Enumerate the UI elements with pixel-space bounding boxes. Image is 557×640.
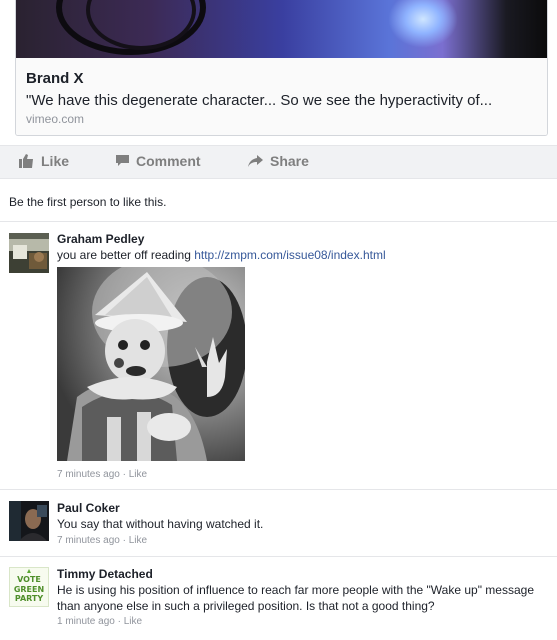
link-description: "We have this degenerate character... So… [26,92,493,109]
meta-separator: · [119,469,129,480]
thumbs-up-icon [19,154,33,168]
comment-text: He is using his position of influence to… [57,583,534,613]
comment-text-prefix: you are better off reading [57,248,195,262]
link-title[interactable]: Brand X [26,70,84,87]
link-source: vimeo.com [26,112,85,126]
comment-meta: 7 minutes ago · Like [57,535,147,546]
comment-author[interactable]: Graham Pedley [57,232,144,246]
meta-separator: · [119,535,129,546]
divider [0,221,557,222]
comment-photo[interactable] [57,267,245,461]
divider [0,489,557,490]
video-thumbnail[interactable] [16,0,547,58]
comment-text: you are better off reading http://zmpm.c… [57,247,547,263]
comment-like-link[interactable]: Like [129,535,147,546]
comment-meta: 7 minutes ago · Like [57,469,147,480]
comment-meta: 1 minute ago · Like [57,616,142,627]
avatar-text: VOTE GREEN PARTY [13,575,45,603]
comment-icon [116,155,129,166]
comment-link[interactable]: http://zmpm.com/issue08/index.html [194,248,385,262]
comment-label: Comment [136,153,201,169]
avatar[interactable] [9,233,49,273]
comment-text: You say that without having watched it. [57,517,264,531]
comment-like-link[interactable]: Like [129,469,147,480]
link-preview-body: Brand X "We have this degenerate charact… [16,58,547,135]
post-action-bar: Like Comment Share [0,145,557,179]
comment-author[interactable]: Timmy Detached [57,567,153,581]
meta-separator: · [114,616,124,627]
avatar[interactable]: VOTE GREEN PARTY [9,567,49,607]
like-label: Like [41,153,70,169]
comment-time: 7 minutes ago [57,535,120,546]
avatar[interactable] [9,501,49,541]
share-label: Share [270,153,309,169]
share-arrow-icon [248,155,263,167]
link-preview-card[interactable]: Brand X "We have this degenerate charact… [15,0,548,136]
share-button[interactable]: Share [248,153,309,169]
comment-time: 1 minute ago [57,616,115,627]
like-button[interactable]: Like [19,153,69,169]
comment-time: 7 minutes ago [57,469,120,480]
comment-like-link[interactable]: Like [124,616,142,627]
divider [0,556,557,557]
comment-author[interactable]: Paul Coker [57,501,120,515]
comment-button[interactable]: Comment [116,153,201,169]
likes-summary: Be the first person to like this. [9,195,167,209]
